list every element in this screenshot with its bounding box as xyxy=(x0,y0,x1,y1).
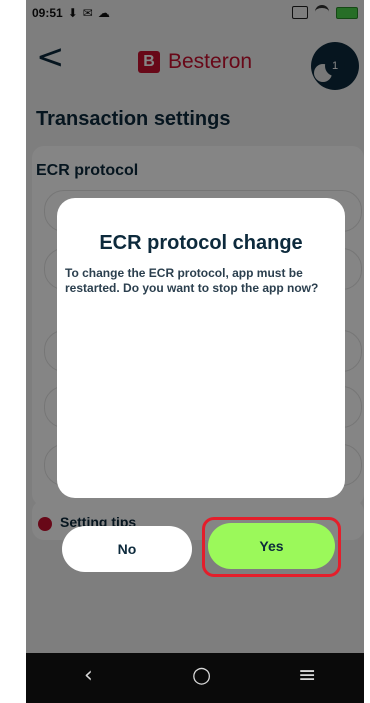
yes-button[interactable]: Yes xyxy=(208,523,335,569)
dialog-title: ECR protocol change xyxy=(99,232,303,254)
nav-back-icon[interactable]: ‹ xyxy=(84,665,93,687)
phone-frame: 09:51 ⬇ ✉ ☁ < B Besteron 1 Transaction s… xyxy=(22,0,366,703)
nav-menu-icon[interactable]: ≡ xyxy=(298,665,316,687)
ecr-protocol-dialog: ECR protocol change To change the ECR pr… xyxy=(57,198,345,498)
dialog-message: To change the ECR protocol, app must be … xyxy=(65,266,319,295)
system-nav-bar: ‹ ○ ≡ xyxy=(26,653,364,703)
nav-home-icon[interactable]: ○ xyxy=(192,665,211,687)
no-button[interactable]: No xyxy=(62,526,192,572)
app-screen: 09:51 ⬇ ✉ ☁ < B Besteron 1 Transaction s… xyxy=(26,0,364,703)
